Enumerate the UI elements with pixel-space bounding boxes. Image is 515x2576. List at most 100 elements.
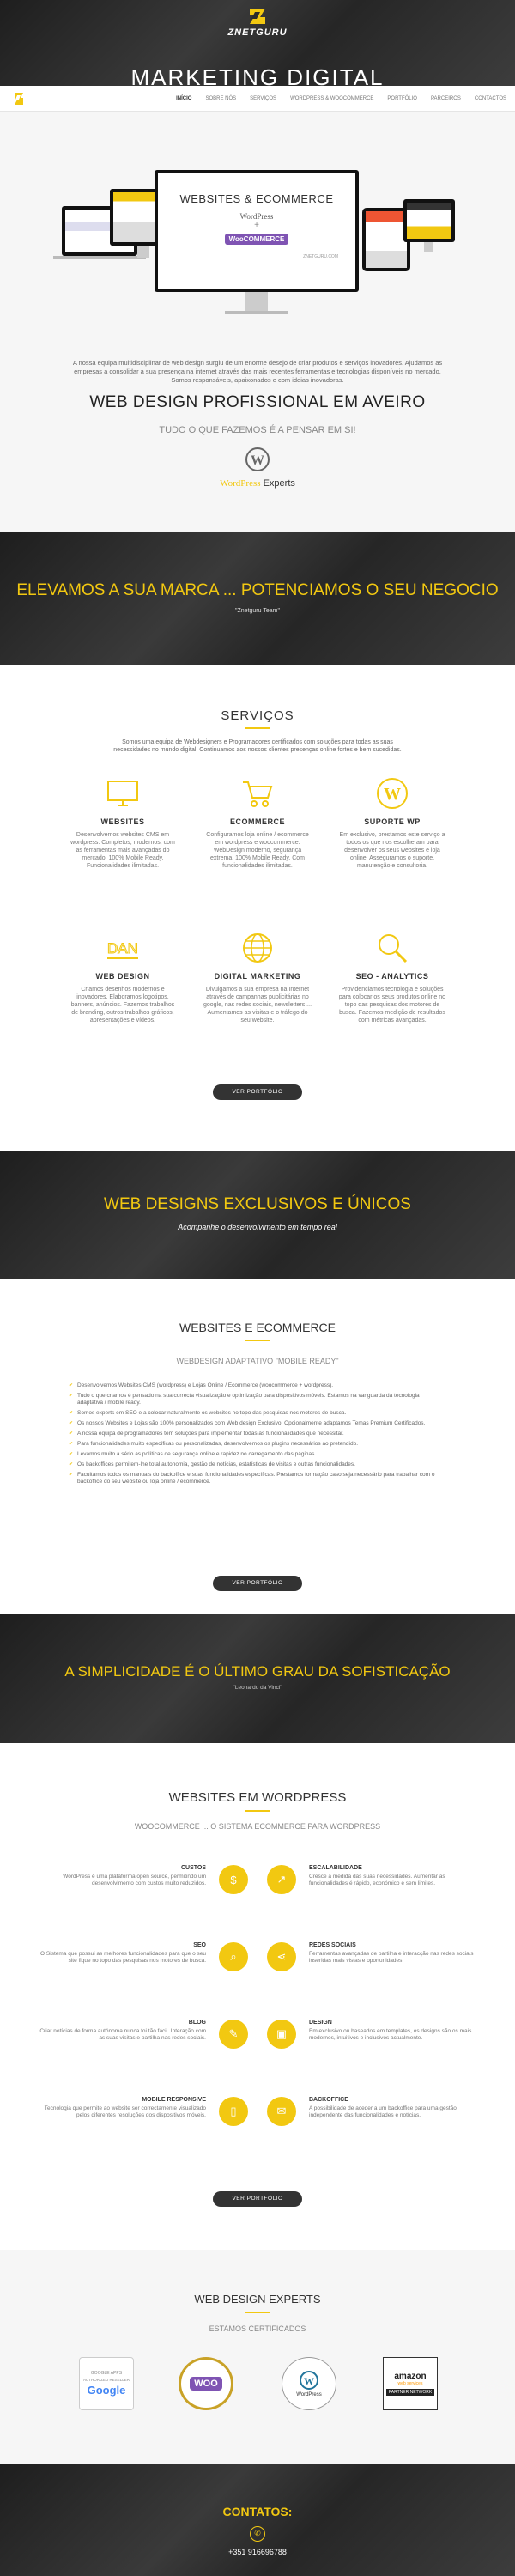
feature-text: O Sistema que possui as melhores funcion…	[40, 1951, 206, 1964]
badge-line: AUTHORIZED RESELLER	[82, 2378, 130, 2382]
wordpress-portfolio-button[interactable]: VER PORTFÓLIO	[213, 2191, 302, 2207]
google-badge: GOOGLE APPS AUTHORIZED RESELLER Google	[79, 2357, 134, 2410]
nav-item-sobre[interactable]: SOBRE NÓS	[205, 96, 236, 101]
service-text: Criamos desenhos modernos e inovadores. …	[70, 987, 175, 1024]
list-item: Os nossos Websites e Lojas são 100% pers…	[69, 1420, 446, 1427]
feature-text: Criar notícias de forma autónoma nunca f…	[39, 2028, 206, 2041]
svg-text:W: W	[304, 2375, 314, 2387]
screen-url: ZNETGURU.COM	[303, 254, 338, 259]
svg-text:W: W	[384, 785, 401, 804]
band1-title: ELEVAMOS A SUA MARCA ... POTENCIAMOS O S…	[16, 581, 499, 599]
service-title: WEB DESIGN	[95, 972, 150, 981]
main-nav: INÍCIO SOBRE NÓS SERVIÇOS WORDPRESS & WO…	[0, 86, 515, 112]
feature-text: Cresce à medida das suas necessidades. A…	[309, 1874, 445, 1886]
nav-item-servicos[interactable]: SERVIÇOS	[250, 96, 276, 101]
intro-subheading: TUDO O QUE FAZEMOS É A PENSAR EM SI!	[159, 425, 356, 435]
service-title: WEBSITES	[100, 817, 145, 826]
brand-name: ZNETGURU	[227, 27, 288, 38]
services-intro: Somos uma equipa de Webdesigners e Progr…	[113, 739, 402, 753]
nav-logo-icon[interactable]	[12, 92, 26, 106]
feature-title: ESCALABILIDADE	[309, 1865, 362, 1871]
wordpress-title: WEBSITES EM WORDPRESS	[168, 1790, 347, 1805]
list-item: Os backoffices permitem-lhe total autono…	[69, 1461, 446, 1468]
wordpress-icon: W	[300, 2371, 318, 2390]
experts-title: WEB DESIGN EXPERTS	[194, 2293, 321, 2306]
service-text: Em exclusivo, prestamos este serviço a t…	[339, 832, 445, 869]
feature-escalabilidade: ESCALABILIDADE Cresce à medida das suas …	[309, 1865, 481, 1887]
websites-checklist: Desenvolvemos Websites CMS (wordpress) e…	[69, 1382, 446, 1489]
intro-heading: WEB DESIGN PROFISSIONAL EM AVEIRO	[89, 393, 426, 411]
globe-icon	[243, 933, 272, 963]
feature-text: Ferramentas avançadas de partilha e inte…	[309, 1951, 474, 1964]
hero-title: MARKETING DIGITAL	[130, 64, 385, 86]
nav-item-wordpress[interactable]: WORDPRESS & WOOCOMMERCE	[290, 96, 373, 101]
list-item: Levamos muito a sério as políticas de se…	[69, 1451, 446, 1458]
feature-title: BLOG	[188, 2020, 206, 2026]
service-text: Divulgamos a sua empresa na Internet atr…	[203, 987, 312, 1024]
feature-backoffice: BACKOFFICE A possibilidade de aceder a u…	[309, 2097, 481, 2119]
service-web-design: DAN WEB DESIGN Criamos desenhos modernos…	[67, 927, 179, 1024]
badge-line: web services	[397, 2381, 423, 2386]
wordpress-experts-logo: W WordPress Experts	[206, 447, 309, 489]
websites-section: WEBSITES E ECOMMERCE WEBDESIGN ADAPTATIV…	[0, 1279, 515, 1614]
image-icon: ▣	[267, 2020, 296, 2049]
feature-title: REDES SOCIAIS	[309, 1942, 356, 1948]
websites-subtitle: WEBDESIGN ADAPTATIVO "MOBILE READY"	[176, 1357, 339, 1365]
intro-paragraph: A nossa equipa multidisciplinar de web d…	[72, 359, 443, 384]
mail-icon: ✉	[267, 2097, 296, 2126]
feature-redes-sociais: REDES SOCIAIS Ferramentas avançadas de p…	[309, 1942, 481, 1965]
screen-woocommerce: WooCOMMERCE	[224, 234, 289, 245]
wordpress-section: WEBSITES EM WORDPRESS WOOCOMMERCE ... O …	[0, 1743, 515, 2250]
nav-menu: INÍCIO SOBRE NÓS SERVIÇOS WORDPRESS & WO…	[162, 86, 506, 112]
monitor-main-image: WEBSITES & ECOMMERCE WordPress + WooCOMM…	[154, 170, 359, 292]
feature-text: WordPress é uma plataforma open source, …	[63, 1874, 206, 1886]
feature-custos: CUSTOS WordPress é uma plataforma open s…	[34, 1865, 206, 1887]
wp-experts-word: WordPress	[220, 478, 261, 489]
service-text: Configuramos loja online / ecommerce em …	[206, 832, 309, 869]
intro-section: WEBSITES & ECOMMERCE WordPress + WooCOMM…	[0, 112, 515, 532]
nav-item-inicio[interactable]: INÍCIO	[176, 96, 191, 101]
websites-portfolio-button[interactable]: VER PORTFÓLIO	[213, 1576, 302, 1591]
magnifier-icon	[379, 934, 408, 963]
monitor-icon	[107, 781, 138, 806]
wordpress-icon: W	[245, 447, 270, 471]
chart-icon: ↗	[267, 1865, 296, 1894]
badge-line: Google	[87, 2384, 126, 2397]
band2-title: WEB DESIGNS EXCLUSIVOS E ÚNICOS	[104, 1195, 411, 1213]
feature-text: Em exclusivo ou baseados em templates, o…	[309, 2028, 472, 2041]
feature-seo: SEO O Sistema que possui as melhores fun…	[34, 1942, 206, 1965]
band3-title: A SIMPLICIDADE É O ÚLTIMO GRAU DA SOFIST…	[64, 1663, 451, 1680]
slogan-band-1: ELEVAMOS A SUA MARCA ... POTENCIAMOS O S…	[0, 532, 515, 665]
feature-title: CUSTOS	[180, 1865, 206, 1871]
services-section: SERVIÇOS Somos uma equipa de Webdesigner…	[0, 665, 515, 1151]
slogan-band-2: WEB DESIGNS EXCLUSIVOS E ÚNICOS Acompanh…	[0, 1151, 515, 1279]
feature-text: Tecnologia que permite ao website ser co…	[44, 2105, 206, 2118]
feature-title: BACKOFFICE	[309, 2097, 348, 2103]
nav-item-portfolio[interactable]: PORTFÓLIO	[387, 96, 417, 101]
nav-item-parceiros[interactable]: PARCEIROS	[431, 96, 461, 101]
service-title: ECOMMERCE	[229, 817, 285, 826]
list-item: Desenvolvemos Websites CMS (wordpress) e…	[69, 1382, 446, 1389]
nav-item-contactos[interactable]: CONTACTOS	[475, 96, 506, 101]
services-portfolio-button[interactable]: VER PORTFÓLIO	[213, 1084, 302, 1100]
service-ecommerce: ECOMMERCE Configuramos loja online / eco…	[202, 773, 313, 870]
feature-blog: BLOG Criar notícias de forma autónoma nu…	[34, 2020, 206, 2042]
feature-title: SEO	[193, 1942, 206, 1948]
list-item: Facultamos todos os manuais do backoffic…	[69, 1472, 446, 1485]
list-item: Somos experts em SEO e a colocar natural…	[69, 1410, 446, 1417]
contacts-phone[interactable]: +351 916696788	[0, 2548, 515, 2556]
badge-line: WordPress	[296, 2392, 322, 2397]
cart-icon	[243, 781, 273, 807]
mobile-icon: ▯	[219, 2097, 248, 2126]
feature-text: A possibilidade de aceder a um backoffic…	[309, 2105, 457, 2118]
experts-section: WEB DESIGN EXPERTS ESTAMOS CERTIFICADOS …	[0, 2250, 515, 2464]
wordpress-icon: W	[377, 778, 408, 809]
badge-line: PARTNER NETWORK	[385, 2389, 435, 2396]
band1-subtitle: "Znetguru Team"	[235, 608, 280, 614]
slogan-band-3: A SIMPLICIDADE É O ÚLTIMO GRAU DA SOFIST…	[0, 1614, 515, 1743]
whatsapp-icon[interactable]: ✆	[250, 2526, 265, 2542]
badge-line: GOOGLE APPS	[90, 2371, 123, 2376]
contacts-title: CONTATOS:	[222, 2505, 293, 2518]
screen-title: WEBSITES & ECOMMERCE	[179, 192, 334, 205]
badge-line: WOO	[190, 2377, 222, 2391]
